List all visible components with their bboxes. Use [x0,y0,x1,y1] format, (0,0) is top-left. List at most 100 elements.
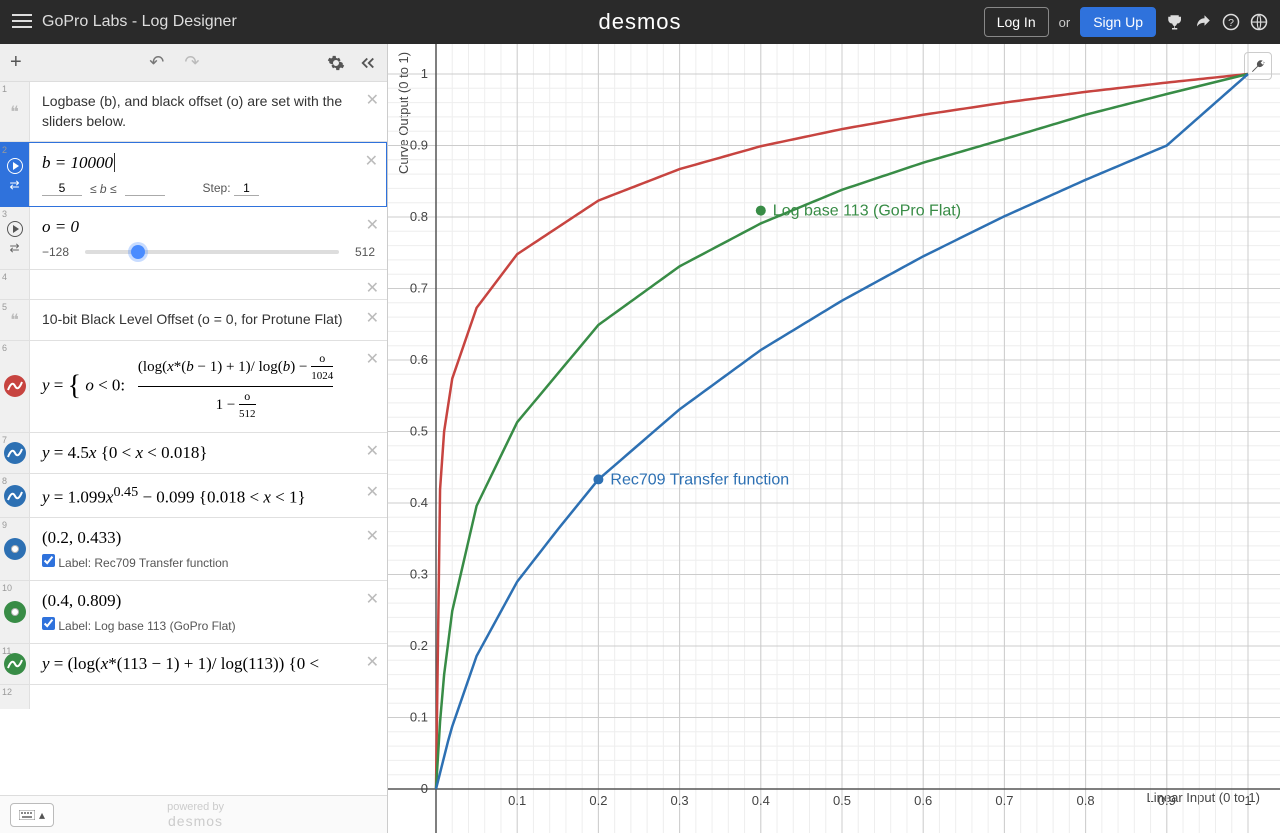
svg-text:0.5: 0.5 [410,424,428,439]
o-slider-track[interactable] [85,250,339,254]
trophy-icon[interactable] [1166,13,1184,31]
delete-icon[interactable]: ✕ [366,90,379,110]
point-coords: (0.2, 0.433) [42,528,375,548]
delete-icon[interactable]: ✕ [366,278,379,298]
svg-text:0.2: 0.2 [589,793,607,808]
svg-text:1: 1 [421,66,428,81]
b-max-input[interactable] [125,181,165,196]
curve-icon[interactable] [4,375,26,397]
svg-text:0.9: 0.9 [410,138,428,153]
expression-b-slider[interactable]: 2⇄ b = 10000 ≤ b ≤ Step: ✕ [0,142,387,207]
delete-icon[interactable]: ✕ [366,652,379,672]
svg-text:0.7: 0.7 [995,793,1013,808]
share-icon[interactable] [1194,13,1212,31]
graph-panel[interactable]: Curve Output (0 to 1) Linear Input (0 to… [388,44,1280,833]
b-min-input[interactable] [42,181,82,196]
equation: y = (log(x*(113 − 1) + 1)/ log(113)) {0 … [30,644,387,684]
label-text[interactable]: Rec709 Transfer function [94,556,228,570]
note-text: Logbase (b), and black offset (o) are se… [30,82,387,141]
svg-text:0.3: 0.3 [410,567,428,582]
delete-icon[interactable]: ✕ [366,589,379,609]
expression-o-slider[interactable]: 3⇄ o = 0 −128 512 ✕ [0,207,387,270]
expression-eq[interactable]: 11 y = (log(x*(113 − 1) + 1)/ log(113)) … [0,644,387,685]
note-text: 10-bit Black Level Offset (o = 0, for Pr… [30,300,387,340]
quote-icon: ❝ [10,310,19,330]
expression-point[interactable]: 9 (0.2, 0.433) Label: Rec709 Transfer fu… [0,518,387,581]
curve-icon[interactable] [4,485,26,507]
settings-icon[interactable] [327,54,345,72]
loop-icon[interactable]: ⇄ [9,241,19,255]
equation: y = 4.5x {0 < x < 0.018} [30,433,387,473]
svg-text:0.7: 0.7 [410,281,428,296]
expression-empty[interactable]: 12 [0,685,387,709]
undo-button[interactable]: ↶ [149,52,164,73]
expression-empty[interactable]: 4 ✕ [0,270,387,300]
b-step-input[interactable] [234,181,259,196]
signup-button[interactable]: Sign Up [1080,7,1156,37]
svg-text:0.6: 0.6 [914,793,932,808]
expression-point[interactable]: 10 (0.4, 0.809) Label: Log base 113 (GoP… [0,581,387,644]
plot-svg[interactable]: 0 0.1 0.1 0.2 0.2 0.3 0.3 0.4 0.4 0.5 0.5 0.6 0.6 0.7… [388,44,1280,833]
delete-icon[interactable]: ✕ [366,482,379,502]
curve-icon[interactable] [4,442,26,464]
loop-icon[interactable]: ⇄ [9,178,19,192]
b-value[interactable]: b = 10000 [42,153,374,173]
help-icon[interactable]: ? [1222,13,1240,31]
label-checkbox[interactable] [42,554,55,567]
expression-eq[interactable]: 8 y = 1.099x0.45 − 0.099 {0.018 < x < 1}… [0,474,387,519]
desmos-logo[interactable]: desmos [598,9,681,35]
point-coords: (0.4, 0.809) [42,591,375,611]
delete-icon[interactable]: ✕ [366,349,379,369]
svg-text:?: ? [1228,17,1234,29]
svg-text:0.4: 0.4 [410,495,428,510]
slider-thumb[interactable] [131,245,145,259]
expression-eq[interactable]: 6 y = { o < 0: (log(x*(b − 1) + 1)/ log(… [0,341,387,433]
svg-text:0.2: 0.2 [410,638,428,653]
label-text[interactable]: Log base 113 (GoPro Flat) [94,619,235,633]
app-header: GoPro Labs - Log Designer desmos Log In … [0,0,1280,44]
point-icon[interactable] [4,538,26,560]
svg-text:0.3: 0.3 [671,793,689,808]
equation: y = 1.099x0.45 − 0.099 {0.018 < x < 1} [30,474,387,518]
add-expression-button[interactable]: + [10,51,22,74]
svg-text:Rec709 Transfer function: Rec709 Transfer function [610,471,789,488]
delete-icon[interactable]: ✕ [366,215,379,235]
equation: y = { o < 0: (log(x*(b − 1) + 1)/ log(b)… [30,341,387,432]
delete-icon[interactable]: ✕ [366,308,379,328]
globe-icon[interactable] [1250,13,1268,31]
quote-icon: ❝ [10,102,19,122]
svg-text:0.4: 0.4 [752,793,770,808]
svg-text:0.5: 0.5 [833,793,851,808]
curve-icon[interactable] [4,653,26,675]
svg-text:0.9: 0.9 [1158,793,1176,808]
expression-note[interactable]: 5❝ 10-bit Black Level Offset (o = 0, for… [0,300,387,341]
delete-icon[interactable]: ✕ [365,151,378,171]
collapse-panel-icon[interactable] [359,54,377,72]
svg-text:0.6: 0.6 [410,352,428,367]
o-value: o = 0 [42,217,375,237]
point-icon[interactable] [4,601,26,623]
expression-toolbar: + ↶ ↷ [0,44,387,82]
svg-text:1: 1 [1244,793,1251,808]
delete-icon[interactable]: ✕ [366,526,379,546]
login-button[interactable]: Log In [984,7,1049,37]
or-text: or [1059,15,1071,30]
expression-eq[interactable]: 7 y = 4.5x {0 < x < 0.018} ✕ [0,433,387,474]
keyboard-toggle[interactable]: ▴ [10,803,54,827]
svg-text:Log base 113 (GoPro Flat): Log base 113 (GoPro Flat) [773,203,961,220]
svg-text:0.8: 0.8 [1077,793,1095,808]
powered-by: powered bydesmos [167,801,224,829]
play-icon[interactable] [7,221,23,237]
play-icon[interactable] [7,158,23,174]
svg-text:0.1: 0.1 [410,710,428,725]
svg-text:0.1: 0.1 [508,793,526,808]
redo-button[interactable]: ↷ [184,52,199,73]
delete-icon[interactable]: ✕ [366,441,379,461]
svg-text:0: 0 [421,781,428,796]
svg-text:0.8: 0.8 [410,209,428,224]
expression-panel: + ↶ ↷ 1❝ Logbase (b), and black offset (… [0,44,388,833]
label-checkbox[interactable] [42,617,55,630]
expression-note[interactable]: 1❝ Logbase (b), and black offset (o) are… [0,82,387,142]
project-title[interactable]: GoPro Labs - Log Designer [42,13,237,31]
hamburger-icon[interactable] [12,11,32,34]
